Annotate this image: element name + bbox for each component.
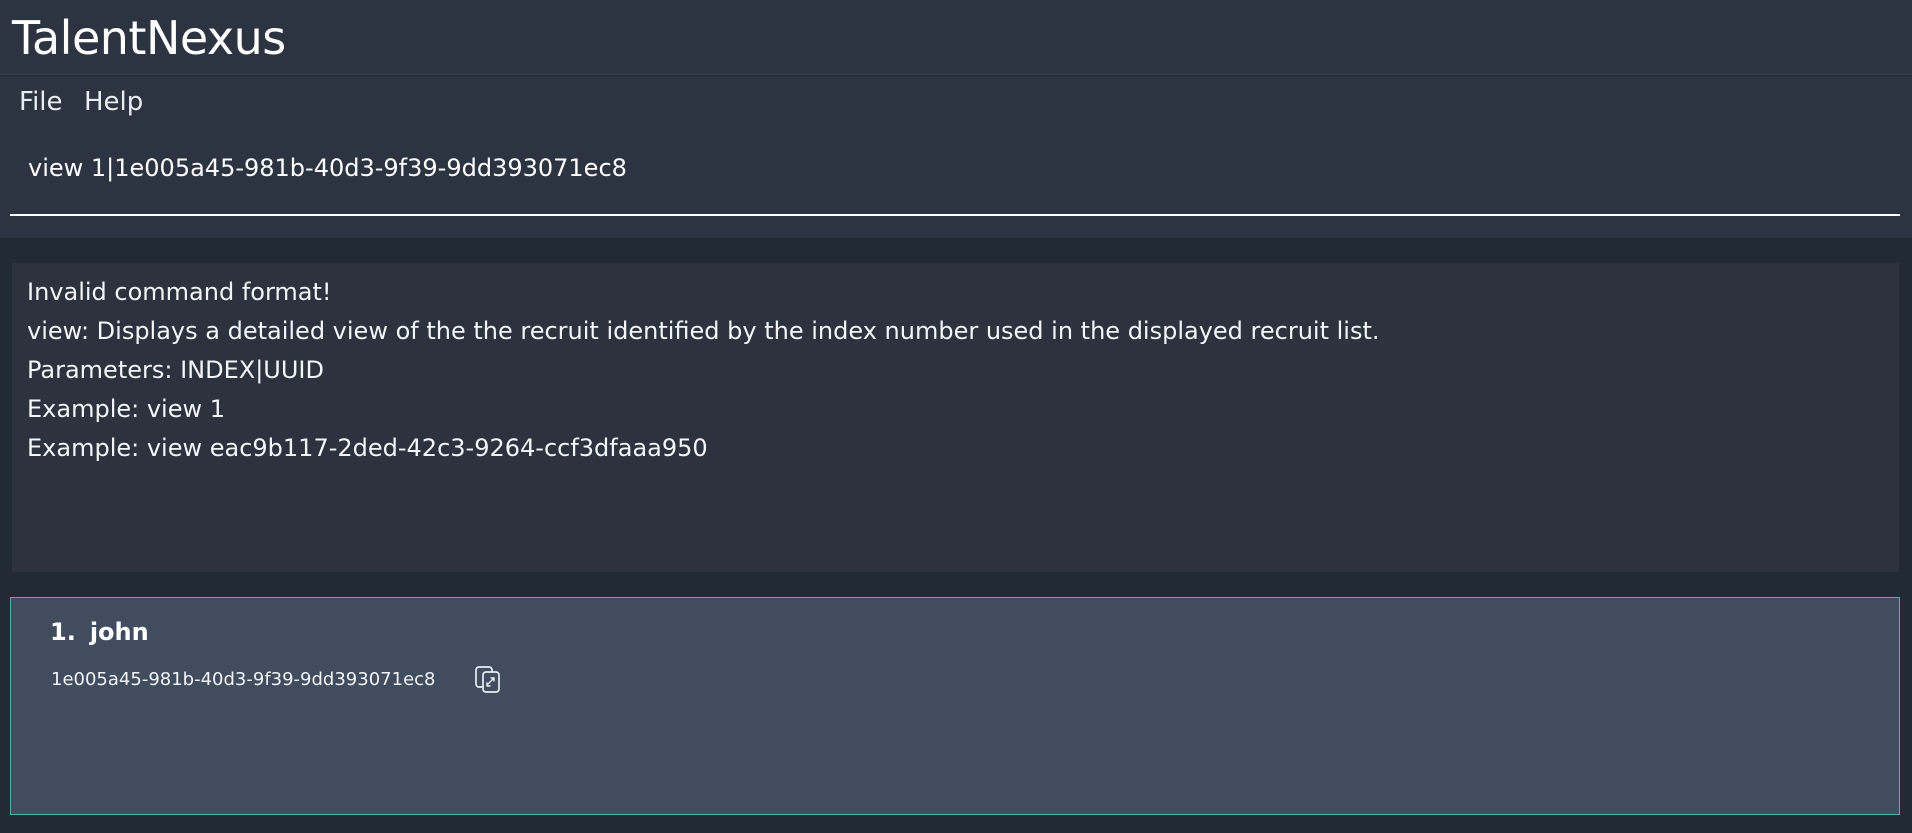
recruit-index: 1.: [50, 618, 76, 646]
app-title: TalentNexus: [12, 11, 286, 65]
recruit-list[interactable]: 1. john 1e005a45-981b-40d3-9f39-9dd39307…: [10, 597, 1900, 815]
help-menu[interactable]: Help: [84, 87, 143, 117]
recruit-uuid-row: 1e005a45-981b-40d3-9f39-9dd393071ec8: [51, 664, 502, 694]
result-parameters: Parameters: INDEX|UUID: [27, 356, 324, 384]
recruit-header: 1. john: [50, 618, 149, 646]
file-menu[interactable]: File: [19, 87, 63, 117]
bottom-strip: [0, 815, 1912, 833]
title-bar: TalentNexus: [0, 0, 1912, 75]
command-box-area: view 1|1e005a45-981b-40d3-9f39-9dd393071…: [0, 128, 1912, 238]
command-input[interactable]: view 1|1e005a45-981b-40d3-9f39-9dd393071…: [10, 138, 1900, 216]
recruit-card[interactable]: 1. john 1e005a45-981b-40d3-9f39-9dd39307…: [11, 598, 1899, 814]
result-display[interactable]: Invalid command format! view: Displays a…: [12, 263, 1899, 572]
recruit-name: john: [89, 618, 149, 646]
recruit-uuid: 1e005a45-981b-40d3-9f39-9dd393071ec8: [51, 668, 436, 690]
result-command-description: view: Displays a detailed view of the th…: [27, 317, 1380, 345]
copy-uuid-button[interactable]: [474, 664, 502, 694]
menu-bar: File Help: [0, 76, 1912, 128]
copy-icon: [474, 666, 500, 693]
result-example-index: Example: view 1: [27, 395, 225, 423]
result-example-uuid: Example: view eac9b117-2ded-42c3-9264-cc…: [27, 434, 708, 462]
talentnexus-window: TalentNexus File Help view 1|1e005a45-98…: [0, 0, 1912, 833]
result-error-title: Invalid command format!: [27, 278, 332, 306]
